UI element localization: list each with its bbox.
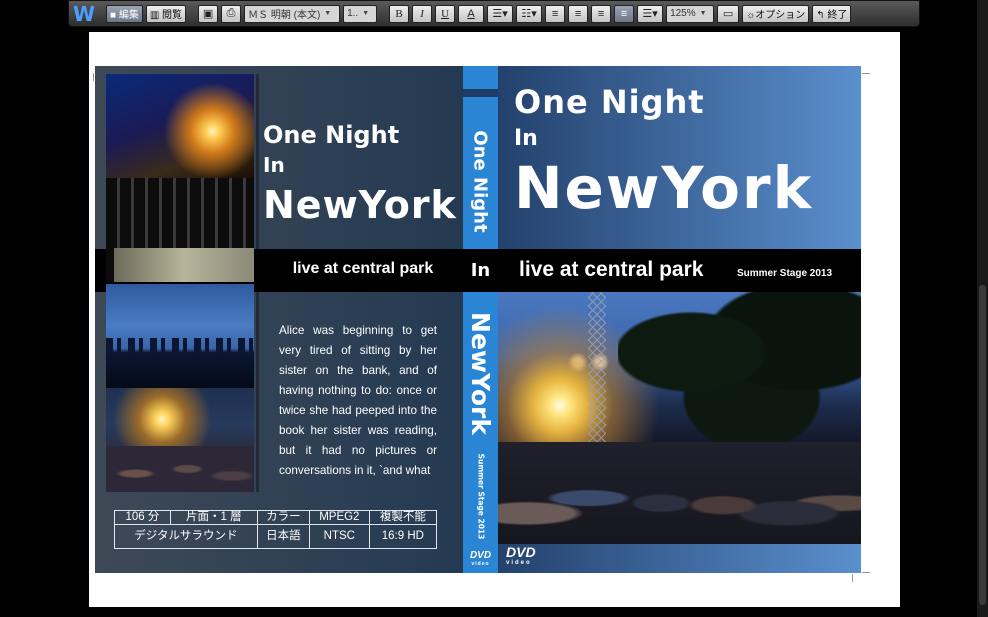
crowd xyxy=(498,442,861,544)
spec-audio: デジタルサラウンド xyxy=(114,524,258,549)
options-button[interactable]: ☼オプション xyxy=(742,4,810,23)
spine-dvd-logo: DVD video xyxy=(464,550,497,570)
concert-stage-photo xyxy=(106,74,254,178)
crop-mark xyxy=(93,73,94,81)
front-title-line2: In xyxy=(514,126,538,151)
print-icon[interactable]: ⎙ xyxy=(221,4,242,23)
spec-layers: 片面・1 層 xyxy=(169,510,258,525)
font-name-value: ＭＳ 明朝 (本文) xyxy=(248,10,321,21)
specs-table: 106 分 片面・1 層 カラー MPEG2 複製不能 デジタルサラウンド 日本… xyxy=(114,510,438,549)
font-name-select[interactable]: ＭＳ 明朝 (本文) ▼ xyxy=(244,4,341,23)
front-concert-photo xyxy=(498,292,861,544)
align-center-icon[interactable]: ≡ xyxy=(568,4,589,23)
spine-title-text: One Night xyxy=(470,129,492,233)
city-skyline-photo xyxy=(106,284,254,388)
underline-button[interactable]: U xyxy=(435,4,456,23)
font-size-select[interactable]: 1.. ▼ xyxy=(343,4,378,23)
vertical-scrollbar[interactable] xyxy=(977,0,988,617)
front-stage-text: Summer Stage 2013 xyxy=(737,268,833,279)
toolbar: W ■ 編集 ▥ 閲覧 ▣ ⎙ ＭＳ 明朝 (本文) ▼ 1.. ▼ B I U A… xyxy=(68,0,920,27)
crop-mark xyxy=(862,73,870,74)
back-title-line3: NewYork xyxy=(263,183,457,227)
justify-icon[interactable]: ≡ xyxy=(614,4,635,23)
front-bottom-strip xyxy=(498,544,861,573)
italic-button[interactable]: I xyxy=(412,4,433,23)
spec-aspect: 16:9 HD xyxy=(368,524,438,549)
back-title-line1: One Night xyxy=(263,121,400,149)
photo-shadow xyxy=(256,74,259,492)
back-title: One Night In NewYork xyxy=(263,121,457,227)
back-title-line2: In xyxy=(263,153,285,177)
numbered-list-icon[interactable]: ☷▾ xyxy=(516,4,543,23)
app-logo: W xyxy=(72,1,96,26)
exit-button[interactable]: ↰ 終了 xyxy=(812,4,852,23)
front-dvd-text: DVD xyxy=(506,544,536,560)
browse-mode-button[interactable]: ▥ 閲覧 xyxy=(145,4,187,23)
crowd-photo xyxy=(106,388,254,492)
trees xyxy=(618,292,861,442)
front-title-line1: One Night xyxy=(514,83,705,121)
spine-subtitle-text: Summer Stage 2013 xyxy=(476,453,486,539)
zoom-select[interactable]: 125% ▼ xyxy=(666,4,715,23)
bullet-list-icon[interactable]: ☰▾ xyxy=(487,4,514,23)
spine-title2-text: NewYork xyxy=(466,311,496,435)
spine-accent-bar xyxy=(463,89,498,97)
spec-copy: 複製不能 xyxy=(368,510,438,525)
spine-title: One Night xyxy=(463,116,498,246)
zoom-value: 125% xyxy=(670,8,696,19)
spec-runtime: 106 分 xyxy=(114,510,171,525)
spec-format: NTSC xyxy=(308,524,370,549)
crop-mark xyxy=(852,574,853,582)
crop-mark xyxy=(862,572,870,573)
subway-station-photo xyxy=(106,178,254,282)
word-app-window: W ■ 編集 ▥ 閲覧 ▣ ⎙ ＭＳ 明朝 (本文) ▼ 1.. ▼ B I U A… xyxy=(0,0,988,617)
back-live-text: live at central park xyxy=(292,260,434,277)
dvd-cover[interactable]: One Night In NewYork live at central par… xyxy=(95,66,861,573)
front-title: One Night In NewYork xyxy=(514,82,813,220)
bold-button[interactable]: B xyxy=(389,4,410,23)
image-insert-icon[interactable]: ▭ xyxy=(717,4,740,23)
edit-mode-button[interactable]: ■ 編集 xyxy=(106,4,143,23)
font-size-value: 1.. xyxy=(347,8,359,19)
front-dvd-logo: DVD video xyxy=(506,545,536,567)
spine-subtitle: Summer Stage 2013 xyxy=(463,453,498,539)
scrollbar-thumb[interactable] xyxy=(979,285,986,605)
spec-codec: MPEG2 xyxy=(308,510,370,525)
front-title-line3: NewYork xyxy=(514,154,814,222)
chevron-down-icon: ▼ xyxy=(324,10,332,17)
chevron-down-icon: ▼ xyxy=(362,10,370,17)
chevron-down-icon: ▼ xyxy=(699,10,707,17)
spec-language: 日本語 xyxy=(256,524,310,549)
line-spacing-icon[interactable]: ☰▾ xyxy=(637,4,664,23)
spine-dvd-text: DVD xyxy=(469,550,492,561)
spine-dvd-sub: video xyxy=(471,561,490,567)
synopsis-text[interactable]: Alice was beginning to get very tired of… xyxy=(279,321,437,481)
font-color-button[interactable]: A xyxy=(458,4,485,23)
save-icon[interactable]: ▣ xyxy=(198,4,219,23)
stage-truss xyxy=(588,292,606,442)
front-dvd-sub: video xyxy=(506,560,532,566)
spec-color: カラー xyxy=(256,510,310,525)
spine-title2: NewYork xyxy=(463,298,498,448)
spine-in-text: In xyxy=(470,260,491,281)
align-right-icon[interactable]: ≡ xyxy=(591,4,612,23)
front-live-text: live at central park xyxy=(519,258,704,281)
align-left-icon[interactable]: ≡ xyxy=(545,4,566,23)
